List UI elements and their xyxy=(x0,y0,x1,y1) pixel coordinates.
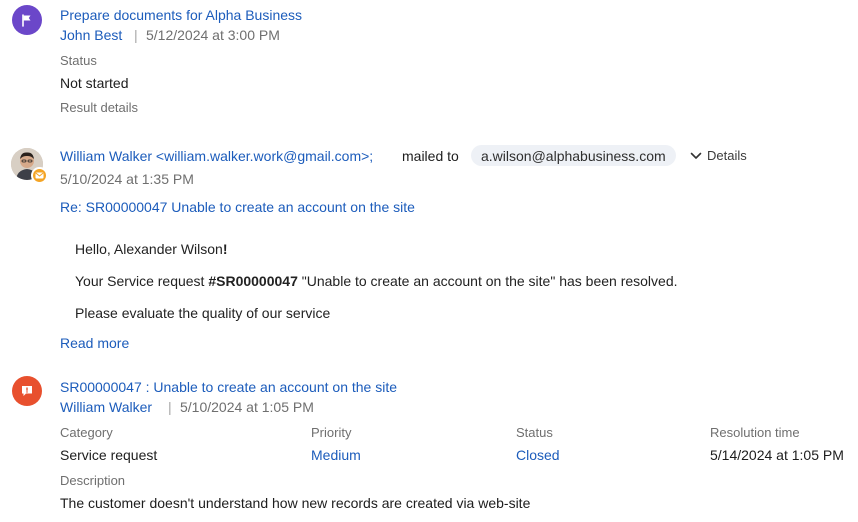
email-subject-link[interactable]: Re: SR00000047 Unable to create an accou… xyxy=(60,200,415,214)
task-status-value: Not started xyxy=(60,75,129,91)
read-more-link[interactable]: Read more xyxy=(60,336,129,350)
envelope-icon xyxy=(35,172,44,179)
case-category-label: Category xyxy=(60,425,113,440)
activity-feed: Prepare documents for Alpha Business Joh… xyxy=(0,0,858,522)
case-priority-link[interactable]: Medium xyxy=(311,448,361,462)
case-status-link[interactable]: Closed xyxy=(516,448,560,462)
case-title-link[interactable]: SR00000047 : Unable to create an account… xyxy=(60,380,397,394)
recipient-chip[interactable]: a.wilson@alphabusiness.com xyxy=(471,145,676,166)
case-status-label: Status xyxy=(516,425,553,440)
email-greeting: Hello, Alexander Wilson! xyxy=(75,241,228,257)
mailed-to-label: mailed to xyxy=(402,148,459,164)
recipient-address: a.wilson@alphabusiness.com xyxy=(481,147,666,164)
email-sender-link[interactable]: William Walker <william.walker.work@gmai… xyxy=(60,149,373,163)
case-description-label: Description xyxy=(60,473,126,488)
email-badge xyxy=(31,167,48,184)
details-label: Details xyxy=(707,148,747,163)
case-author-link[interactable]: William Walker xyxy=(60,400,152,414)
case-timestamp: 5/10/2024 at 1:05 PM xyxy=(180,399,314,415)
email-body-line: Please evaluate the quality of our servi… xyxy=(75,305,331,321)
email-body-line: Your Service request #SR00000047 "Unable… xyxy=(75,273,678,289)
flag-icon xyxy=(22,13,31,27)
case-meta-separator: | xyxy=(168,399,172,415)
details-toggle[interactable]: Details xyxy=(690,148,747,163)
task-status-label: Status xyxy=(60,53,97,68)
task-title-link[interactable]: Prepare documents for Alpha Business xyxy=(60,8,302,22)
chevron-down-icon xyxy=(690,152,702,159)
alert-icon xyxy=(22,386,32,396)
case-description-value: The customer doesn't understand how new … xyxy=(60,495,531,511)
case-resolution-value: 5/14/2024 at 1:05 PM xyxy=(710,447,844,463)
case-priority-label: Priority xyxy=(311,425,352,440)
case-category-value: Service request xyxy=(60,447,158,463)
task-author-link[interactable]: John Best xyxy=(60,28,122,42)
task-meta-separator: | xyxy=(134,27,138,43)
case-resolution-label: Resolution time xyxy=(710,425,800,440)
task-timestamp: 5/12/2024 at 3:00 PM xyxy=(146,27,280,43)
email-timestamp: 5/10/2024 at 1:35 PM xyxy=(60,171,194,187)
task-avatar xyxy=(12,5,42,35)
case-avatar xyxy=(12,376,42,406)
task-result-details-label: Result details xyxy=(60,100,139,115)
